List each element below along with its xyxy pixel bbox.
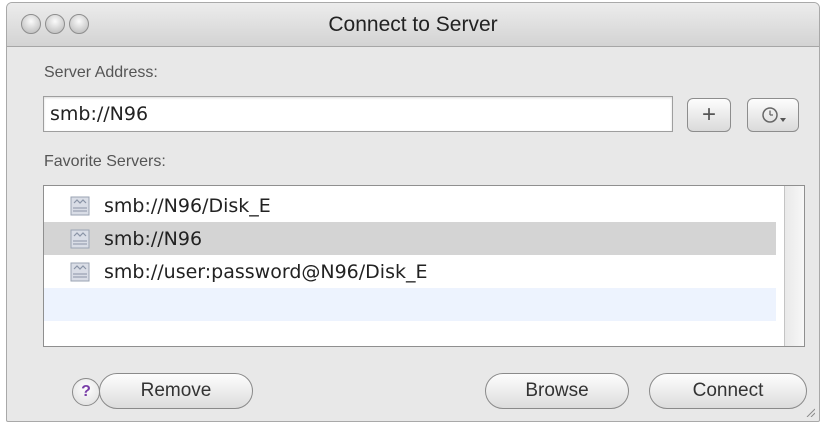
title-bar: Connect to Server: [7, 3, 819, 47]
empty-list-row: [44, 288, 776, 321]
clock-icon: [762, 107, 786, 123]
connect-button[interactable]: Connect: [649, 373, 807, 409]
help-button[interactable]: ?: [72, 378, 100, 406]
favorite-servers-list[interactable]: smb://N96/Disk_E smb://N96 smb://user:pa…: [43, 185, 805, 347]
add-favorite-button[interactable]: +: [687, 98, 731, 132]
favorite-server-row[interactable]: smb://N96/Disk_E: [44, 189, 776, 222]
network-drive-icon: [70, 196, 90, 215]
resize-grip-icon[interactable]: [805, 407, 815, 417]
list-scrollbar[interactable]: [784, 186, 804, 346]
favorite-server-label: smb://N96: [104, 227, 203, 250]
favorite-server-label: smb://N96/Disk_E: [104, 194, 271, 217]
connect-to-server-window: Connect to Server Server Address: + Favo…: [6, 2, 820, 422]
favorite-server-row-selected[interactable]: smb://N96: [44, 222, 776, 255]
browse-button[interactable]: Browse: [485, 373, 629, 409]
remove-button[interactable]: Remove: [99, 373, 253, 409]
favorite-server-label: smb://user:password@N96/Disk_E: [104, 260, 428, 283]
server-address-label: Server Address:: [44, 64, 158, 81]
network-drive-icon: [70, 229, 90, 248]
window-title: Connect to Server: [328, 13, 498, 36]
recent-servers-button[interactable]: [747, 98, 799, 132]
favorite-servers-label: Favorite Servers:: [44, 153, 166, 170]
plus-icon: +: [701, 101, 716, 128]
network-drive-icon: [70, 262, 90, 281]
server-address-input[interactable]: [43, 96, 673, 132]
favorite-server-row[interactable]: smb://user:password@N96/Disk_E: [44, 255, 776, 288]
